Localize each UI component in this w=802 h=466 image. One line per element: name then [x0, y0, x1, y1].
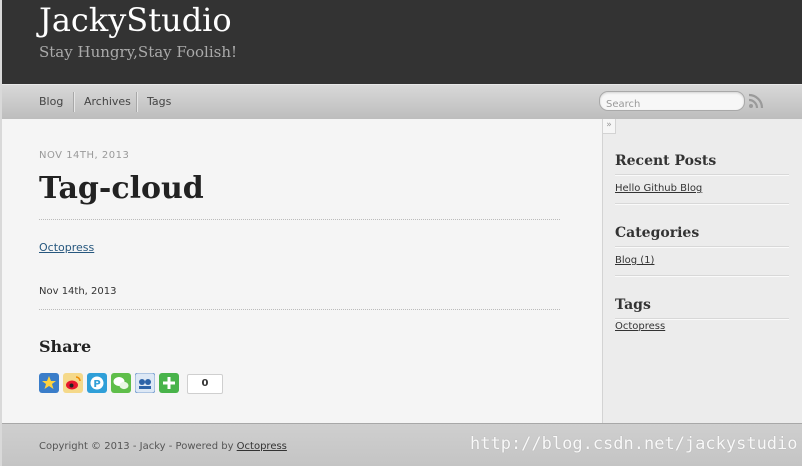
- sidebar-collapse-toggle[interactable]: »: [603, 119, 616, 134]
- sidebar: » Recent Posts Hello Github Blog Categor…: [602, 119, 802, 423]
- divider: [615, 174, 789, 175]
- recent-post-link[interactable]: Hello Github Blog: [615, 183, 702, 194]
- search-input[interactable]: [600, 95, 736, 114]
- post-title: Tag-cloud: [39, 171, 204, 206]
- site-header: JackyStudio Stay Hungry,Stay Foolish!: [2, 0, 802, 84]
- site-footer: Copyright © 2013 - Jacky - Powered by Oc…: [2, 423, 802, 466]
- tags-heading: Tags: [615, 297, 651, 313]
- copyright-prefix: Copyright © 2013 - Jacky - Powered by: [39, 441, 237, 452]
- weibo-icon[interactable]: [63, 373, 83, 393]
- site-title[interactable]: JackyStudio: [39, 0, 232, 40]
- wechat-icon[interactable]: [111, 373, 131, 393]
- nav-item-blog[interactable]: Blog: [39, 95, 63, 109]
- divider: [39, 219, 560, 220]
- post-footer-date: Nov 14th, 2013: [39, 286, 117, 297]
- nav-item-archives[interactable]: Archives: [84, 95, 131, 109]
- svg-text:P: P: [93, 379, 100, 390]
- post-tag-link[interactable]: Octopress: [39, 241, 94, 254]
- divider: [615, 318, 789, 319]
- site-subtitle: Stay Hungry,Stay Foolish!: [39, 43, 238, 61]
- nav-divider: [73, 92, 74, 112]
- post-date: NOV 14TH, 2013: [39, 150, 130, 161]
- pengyou-icon[interactable]: P: [87, 373, 107, 393]
- copyright-text: Copyright © 2013 - Jacky - Powered by Oc…: [39, 441, 287, 452]
- search-box: [599, 91, 745, 114]
- qzone-icon[interactable]: [39, 373, 59, 393]
- divider: [615, 246, 789, 247]
- divider: [615, 203, 789, 204]
- categories-heading: Categories: [615, 225, 700, 241]
- category-link[interactable]: Blog (1): [615, 255, 654, 266]
- page: JackyStudio Stay Hungry,Stay Foolish! Bl…: [2, 0, 802, 466]
- powered-by-link[interactable]: Octopress: [237, 441, 287, 452]
- post-content: NOV 14TH, 2013 Tag-cloud Octopress Nov 1…: [2, 119, 602, 423]
- tag-link[interactable]: Octopress: [615, 321, 665, 332]
- rss-icon[interactable]: [748, 93, 764, 109]
- nav-divider: [136, 92, 137, 112]
- recent-posts-heading: Recent Posts: [615, 153, 717, 169]
- share-count: 0: [187, 374, 223, 394]
- more-share-icon[interactable]: [159, 373, 179, 393]
- main-nav: Blog Archives Tags: [2, 84, 802, 120]
- nav-item-tags[interactable]: Tags: [147, 95, 171, 109]
- divider: [39, 309, 560, 310]
- divider: [615, 275, 789, 276]
- watermark: http://blog.csdn.net/jackystudio: [470, 434, 798, 454]
- share-heading: Share: [39, 337, 92, 356]
- renren-icon[interactable]: [135, 373, 155, 393]
